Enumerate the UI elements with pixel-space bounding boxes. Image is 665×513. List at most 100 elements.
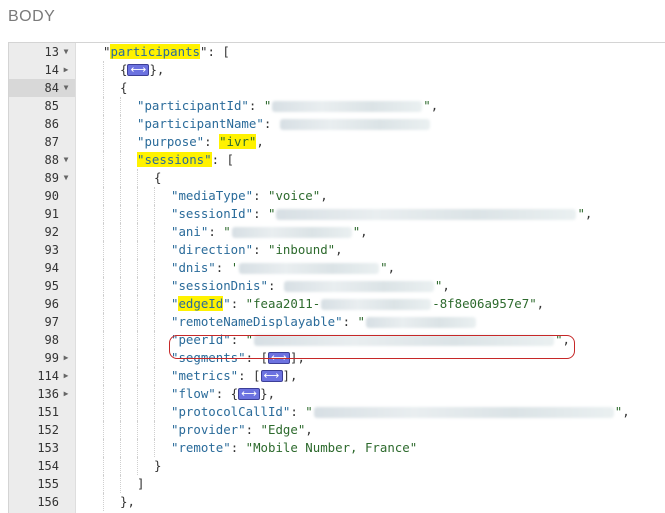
line-number-text: 96 — [44, 297, 59, 311]
indent-guide — [120, 241, 121, 259]
fold-arrow-right-icon[interactable]: ▶ — [61, 367, 71, 385]
code-token: , — [536, 296, 545, 311]
line-number-text: 89 — [44, 171, 59, 185]
code-token: : — [245, 422, 261, 437]
fold-arrow-right-icon[interactable]: ▶ — [61, 385, 71, 403]
indent-guide — [120, 277, 121, 295]
indent-guide — [103, 205, 104, 223]
code-line: 96 "edgeId": "feaa2011- -8f8e06a957e7", — [9, 295, 665, 313]
code-token: , — [256, 134, 264, 149]
collapsed-block-expand-icon[interactable] — [260, 367, 283, 385]
indent-guide — [120, 349, 121, 367]
indent-guide — [154, 205, 155, 223]
code-token: " — [245, 332, 254, 347]
code-text: } — [154, 457, 161, 475]
redacted-value — [283, 281, 434, 292]
code-line: 90 "mediaType": "voice", — [9, 187, 665, 205]
redacted-value — [276, 209, 577, 220]
redacted-value — [231, 227, 352, 238]
indent-guide — [103, 79, 104, 97]
indent-guide — [154, 277, 155, 295]
line-number: 89 ▼ — [9, 169, 75, 187]
code-text: "protocolCallId": " ", — [171, 403, 630, 421]
code-token: ], — [290, 350, 305, 365]
line-number: 153 — [9, 439, 75, 457]
code-token: " — [267, 206, 276, 221]
line-number-text: 88 — [44, 153, 59, 167]
collapsed-block-expand-icon[interactable] — [268, 349, 290, 367]
indent-guide — [120, 205, 121, 223]
line-number-text: 97 — [44, 315, 59, 329]
indent-guide — [154, 187, 155, 205]
code-token: , — [562, 332, 571, 347]
indent-guide — [137, 187, 138, 205]
indent-guide — [120, 151, 121, 169]
code-line: 154} — [9, 457, 665, 475]
highlighted-token: "ivr" — [219, 134, 257, 149]
code-token: , — [430, 98, 439, 113]
code-token: { — [154, 170, 162, 185]
code-line: 156}, — [9, 493, 665, 511]
line-number-text: 85 — [44, 99, 59, 113]
code-token: " — [263, 98, 272, 113]
line-number: 99 ▶ — [9, 349, 75, 367]
line-number: 13 ▼ — [9, 43, 75, 61]
code-token: -8f8e06a957e7" — [432, 296, 537, 311]
indent-guide — [103, 457, 104, 475]
redacted-value — [365, 317, 476, 328]
code-token: : — [290, 404, 306, 419]
line-number-text: 90 — [44, 189, 59, 203]
code-token: : — [253, 206, 268, 221]
line-number: 96 — [9, 295, 75, 313]
indent-guide — [154, 331, 155, 349]
code-token: : — [248, 98, 264, 113]
indent-guide — [103, 421, 104, 439]
indent-guide — [154, 295, 155, 313]
code-text: "flow": {}, — [171, 385, 275, 403]
code-token: "peerId" — [171, 332, 231, 347]
code-token: "ani" — [171, 224, 209, 239]
fold-arrow-down-icon[interactable]: ▼ — [61, 169, 71, 187]
code-text: "sessions": [ — [137, 151, 234, 169]
code-token: " — [223, 296, 231, 311]
section-title: BODY — [8, 8, 56, 25]
indent-guide — [120, 367, 121, 385]
code-token: "Mobile Number, France" — [245, 440, 418, 455]
collapsed-block-expand-icon[interactable] — [238, 385, 261, 403]
code-text: "dnis": ' ", — [171, 259, 395, 277]
indent-guide — [120, 439, 121, 457]
collapsed-block-expand-icon[interactable] — [127, 61, 150, 79]
code-text: "remoteNameDisplayable": " — [171, 313, 477, 331]
indent-guide — [137, 223, 138, 241]
code-token: : [ — [211, 152, 234, 167]
code-text: "participantId": " ", — [137, 97, 438, 115]
fold-arrow-down-icon[interactable]: ▼ — [61, 79, 71, 97]
indent-guide — [103, 295, 104, 313]
indent-guide — [103, 349, 104, 367]
redacted-value — [279, 119, 430, 130]
code-text: "metrics": [], — [171, 367, 297, 385]
fold-arrow-down-icon[interactable]: ▼ — [61, 151, 71, 169]
indent-guide — [154, 367, 155, 385]
line-number: 152 — [9, 421, 75, 439]
fold-arrow-down-icon[interactable]: ▼ — [61, 43, 71, 61]
code-token: "feaa2011- — [245, 296, 321, 311]
code-text: "participantName": — [137, 115, 431, 133]
code-token: " — [223, 224, 231, 239]
code-text: "remote": "Mobile Number, France" — [171, 439, 417, 457]
code-token: "segments" — [171, 350, 246, 365]
indent-guide — [154, 403, 155, 421]
code-line: 13 ▼ "participants": [ — [9, 43, 665, 61]
json-code-editor[interactable]: 13▼"participants": [14▶{},84▼{85"partici… — [8, 42, 665, 513]
line-number-text: 154 — [37, 459, 59, 473]
fold-arrow-right-icon[interactable]: ▶ — [61, 61, 71, 79]
code-text: ] — [137, 475, 144, 493]
code-line: 87 "purpose": "ivr", — [9, 133, 665, 151]
indent-guide — [103, 313, 104, 331]
indent-guide — [120, 133, 121, 151]
indent-guide — [137, 205, 138, 223]
fold-arrow-right-icon[interactable]: ▶ — [61, 349, 71, 367]
code-text: "ani": " ", — [171, 223, 368, 241]
code-text: "peerId": " ", — [171, 331, 570, 349]
line-number: 154 — [9, 457, 75, 475]
